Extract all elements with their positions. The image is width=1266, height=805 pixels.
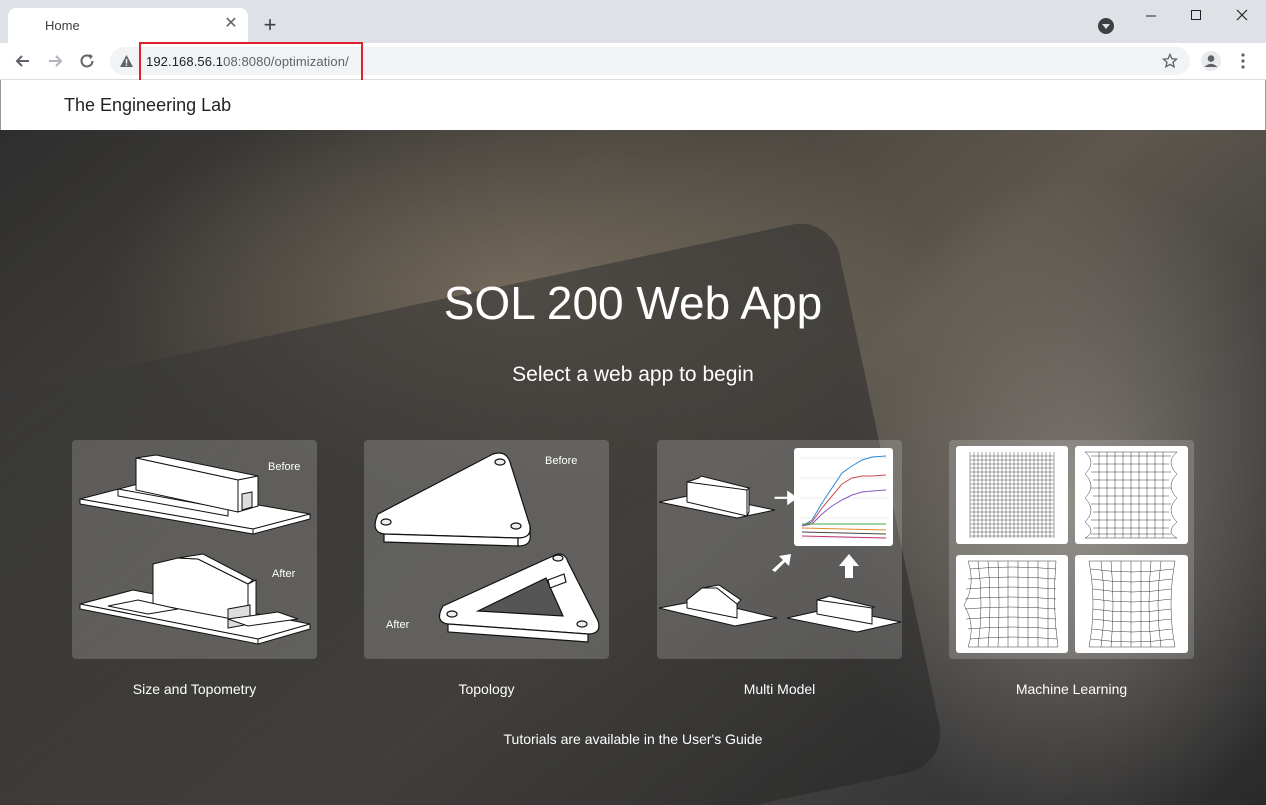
tab-title: Home [45, 18, 80, 33]
mesh-panel-3 [956, 555, 1068, 653]
card-label-size-and-topometry[interactable]: Size and Topometry [72, 681, 317, 697]
hero-section: SOL 200 Web App Select a web app to begi… [0, 130, 1266, 805]
mesh-panel-2 [1075, 446, 1188, 544]
maximize-icon[interactable] [1176, 6, 1216, 26]
bookmark-star-icon[interactable] [1162, 53, 1178, 69]
tutorials-note: Tutorials are available in the User's Gu… [503, 731, 763, 747]
close-window-icon[interactable] [1222, 6, 1262, 26]
profile-dropdown-icon[interactable] [1097, 17, 1115, 35]
multi-model-illustration [658, 475, 902, 633]
mesh-panel-1 [956, 446, 1068, 544]
size-topometry-illustration [79, 454, 311, 645]
browser-tab-strip: Home ✕ + [0, 0, 1266, 43]
new-tab-button[interactable]: + [259, 14, 281, 36]
card-label-topology[interactable]: Topology [364, 681, 609, 697]
site-brand[interactable]: The Engineering Lab [64, 95, 231, 116]
site-header: The Engineering Lab [0, 80, 1266, 130]
warning-icon[interactable] [119, 54, 134, 68]
profile-avatar-icon[interactable] [1200, 50, 1222, 72]
reload-icon[interactable] [76, 50, 98, 72]
card-size-and-topometry[interactable]: Before After [72, 440, 317, 659]
card-topology[interactable]: Before After [364, 440, 609, 659]
page-title: SOL 200 Web App [443, 277, 823, 329]
browser-menu-icon[interactable] [1234, 51, 1252, 71]
browser-tab[interactable]: Home ✕ [8, 8, 248, 43]
back-icon[interactable] [12, 50, 34, 72]
card-machine-learning[interactable] [949, 440, 1194, 659]
card-label-machine-learning[interactable]: Machine Learning [949, 681, 1194, 697]
mesh-panel-4 [1075, 555, 1188, 653]
forward-icon[interactable] [44, 50, 66, 72]
close-icon[interactable]: ✕ [222, 15, 240, 33]
topology-illustration [374, 452, 600, 643]
card-label-multi-model[interactable]: Multi Model [657, 681, 902, 697]
card-multi-model[interactable] [657, 440, 902, 659]
minimize-icon[interactable] [1131, 6, 1171, 26]
page-subtitle: Select a web app to begin [512, 363, 754, 386]
